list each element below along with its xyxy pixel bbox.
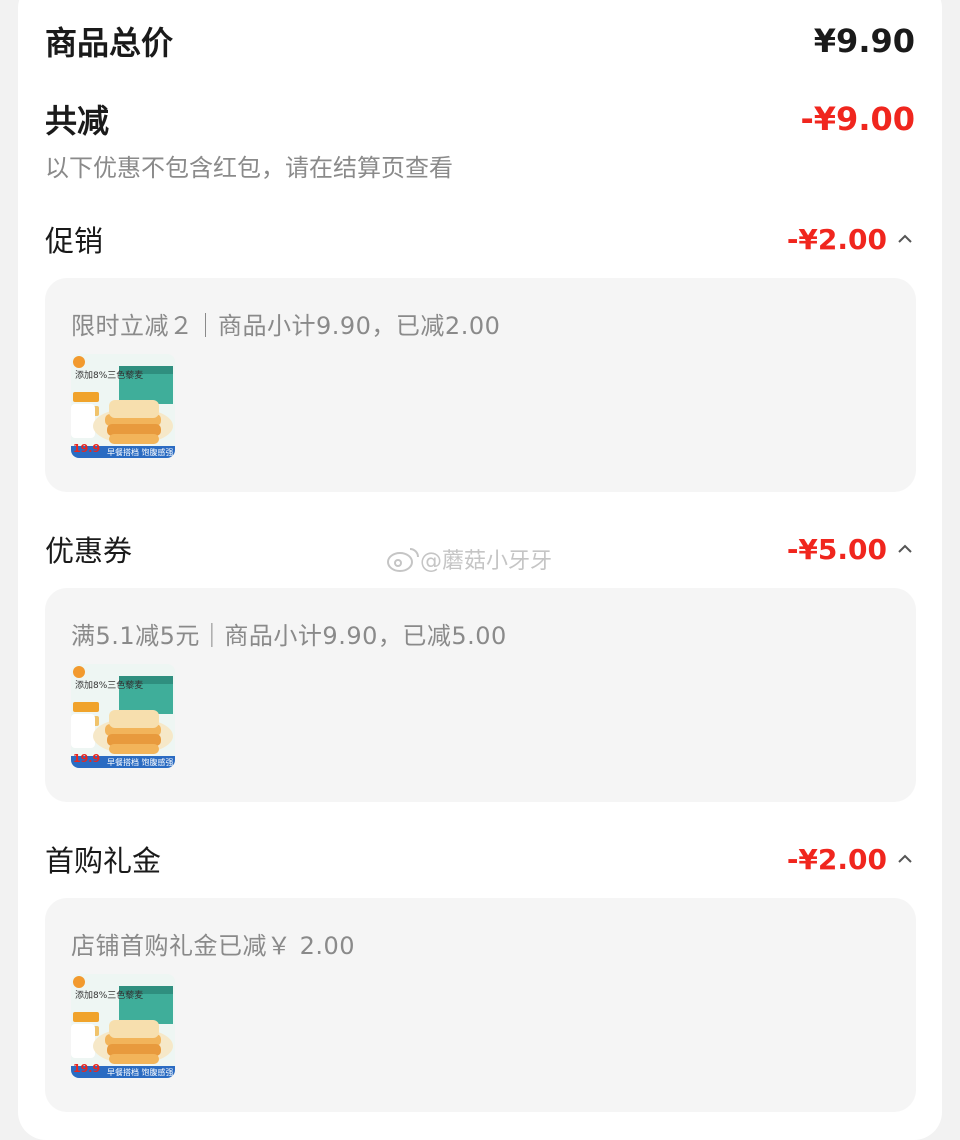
reduce-label: 共减 — [45, 102, 110, 140]
product-thumbnail[interactable]: 添加8%三色藜麦 19.9 早餐搭档 饱腹感强 — [71, 664, 175, 768]
thumb-title: 添加8%三色藜麦 — [75, 679, 143, 691]
thumb-price: 19.9 — [73, 1062, 100, 1075]
chevron-up-icon[interactable] — [895, 849, 915, 869]
promotion-detail: 限时立减２｜商品小计9.90，已减2.00 — [71, 312, 501, 340]
first-purchase-card: 店铺首购礼金已减￥ 2.00 添加8%三色藜麦 19.9 早餐搭档 饱腹感强 — [45, 898, 916, 1112]
watermark-text: @蘑菇小牙牙 — [420, 549, 553, 574]
coupon-card: 满5.1减5元｜商品小计9.90，已减5.00 添加8%三色藜麦 19.9 早餐… — [45, 588, 916, 802]
thumb-banner: 早餐搭档 饱腹感强 — [107, 1067, 174, 1077]
watermark: @蘑菇小牙牙 — [386, 543, 552, 575]
weibo-icon — [387, 548, 419, 572]
thumb-title: 添加8%三色藜麦 — [75, 989, 143, 1001]
section-amount: -¥5.00 — [786, 532, 887, 566]
section-amount-group[interactable]: -¥2.00 — [787, 223, 915, 256]
section-amount: -¥2.00 — [786, 222, 887, 256]
chevron-up-icon[interactable] — [895, 229, 915, 249]
thumb-price: 19.9 — [73, 752, 100, 765]
section-amount-group[interactable]: -¥5.00 — [787, 533, 915, 566]
section-promotion-header[interactable]: 促销 -¥2.00 — [45, 218, 915, 260]
thumb-title: 添加8%三色藜麦 — [75, 369, 143, 381]
coupon-detail: 满5.1减5元｜商品小计9.90，已减5.00 — [71, 622, 507, 650]
section-amount: -¥2.00 — [786, 842, 887, 876]
bread-product-image: 添加8%三色藜麦 19.9 早餐搭档 饱腹感强 — [71, 664, 175, 768]
section-amount-group[interactable]: -¥2.00 — [787, 843, 915, 876]
promotion-card: 限时立减２｜商品小计9.90，已减2.00 添加8%三色藜麦 19.9 早餐搭档… — [45, 278, 916, 492]
total-value: ¥9.90 — [813, 22, 915, 60]
reduce-value: -¥9.00 — [800, 100, 916, 138]
thumb-banner: 早餐搭档 饱腹感强 — [107, 757, 174, 767]
redpacket-note: 以下优惠不包含红包，请在结算页查看 — [45, 154, 453, 182]
section-label: 促销 — [45, 224, 104, 258]
reduce-row: 共减 -¥9.00 — [45, 96, 915, 142]
total-row: 商品总价 ¥9.90 — [45, 18, 915, 64]
thumb-price: 19.9 — [73, 442, 100, 455]
chevron-up-icon[interactable] — [895, 539, 915, 559]
total-label: 商品总价 — [45, 24, 174, 62]
bread-product-image: 添加8%三色藜麦 19.9 早餐搭档 饱腹感强 — [71, 354, 175, 458]
section-first-purchase-header[interactable]: 首购礼金 -¥2.00 — [45, 838, 915, 880]
bread-product-image: 添加8%三色藜麦 19.9 早餐搭档 饱腹感强 — [71, 974, 175, 1078]
thumb-banner: 早餐搭档 饱腹感强 — [107, 447, 174, 457]
first-purchase-detail: 店铺首购礼金已减￥ 2.00 — [71, 932, 356, 960]
section-label: 优惠券 — [45, 534, 133, 568]
product-thumbnail[interactable]: 添加8%三色藜麦 19.9 早餐搭档 饱腹感强 — [71, 974, 175, 1078]
product-thumbnail[interactable]: 添加8%三色藜麦 19.9 早餐搭档 饱腹感强 — [71, 354, 175, 458]
section-label: 首购礼金 — [45, 844, 162, 878]
